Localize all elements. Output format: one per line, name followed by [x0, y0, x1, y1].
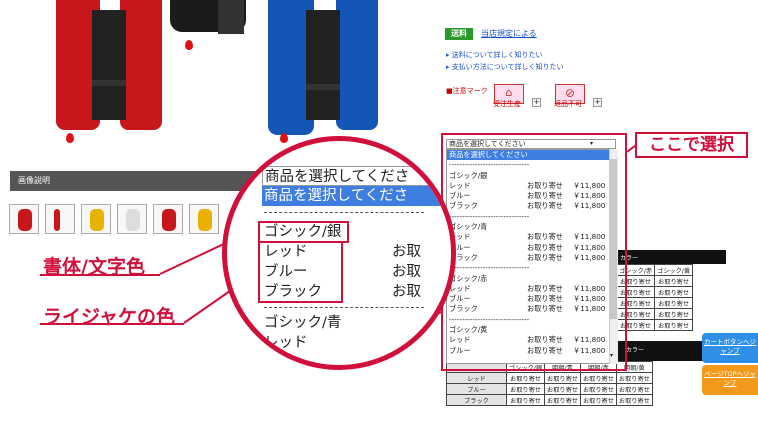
magnified-select: 商品を選択してくださ: [262, 166, 451, 186]
magnified-group-blue: ゴシック/青: [264, 315, 342, 331]
jump-to-top-button[interactable]: ページTOPへジャンプ: [702, 365, 758, 395]
jump-to-cart-button[interactable]: カートボタンへジャンプ: [702, 333, 758, 363]
magnifier-circle: 商品を選択してくださ 商品を選択してくださ ゴシック/銀 レッド お取 ブルー …: [222, 136, 456, 370]
font-color-box: [258, 221, 349, 243]
vest-color-box: [258, 241, 343, 303]
choose-here-callout: ここで選択: [635, 132, 748, 158]
magnified-highlight: 商品を選択してくださ: [262, 186, 451, 206]
